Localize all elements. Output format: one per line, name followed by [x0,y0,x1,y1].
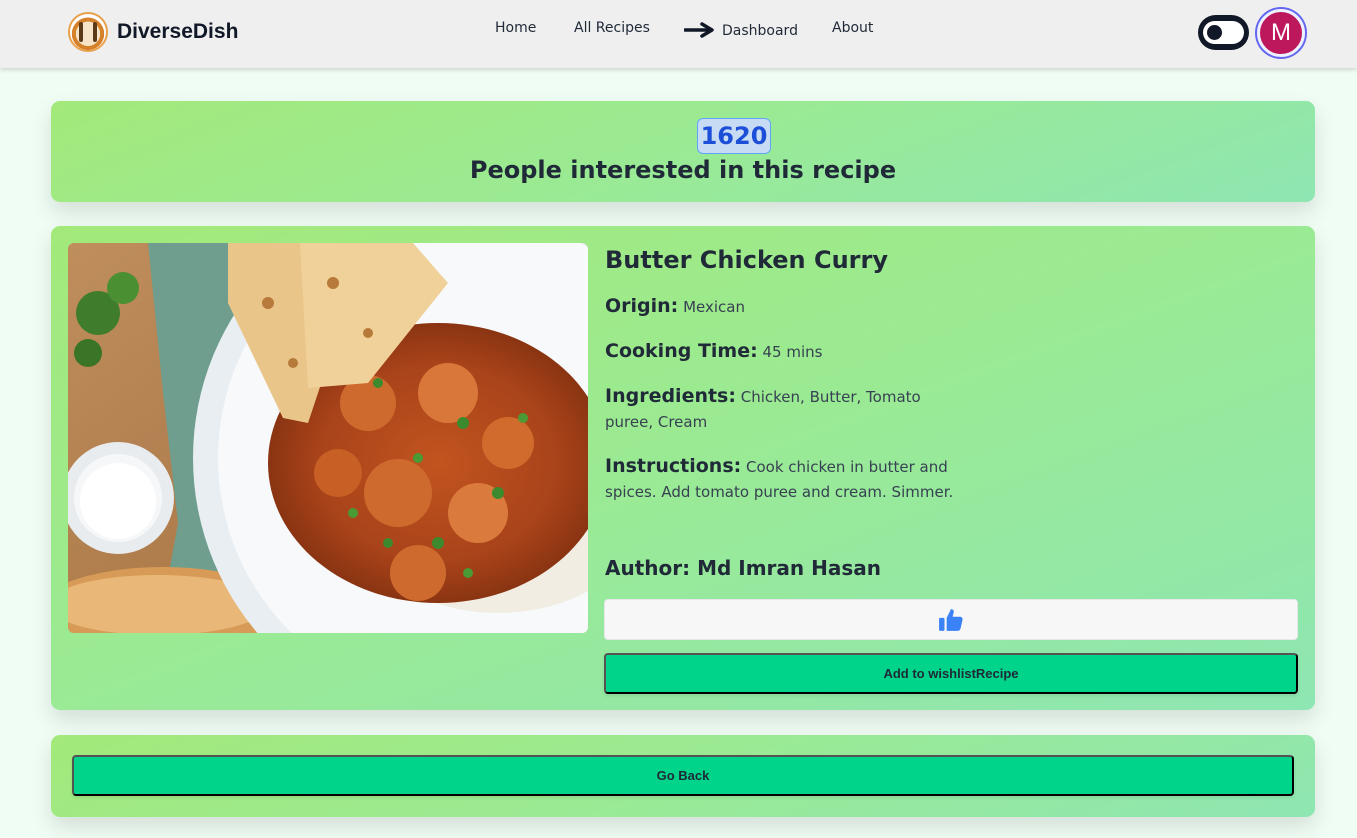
nav-dashboard[interactable]: Dashboard [684,22,798,39]
interest-count-badge: 1620 [697,118,771,154]
ingredients-field: Ingredients: Chicken, Butter, Tomato pur… [605,384,955,435]
recipe-title: Butter Chicken Curry [605,246,888,274]
instructions-field: Instructions: Cook chicken in butter and… [605,454,955,505]
theme-toggle[interactable] [1198,15,1249,50]
user-avatar[interactable]: M [1257,9,1305,57]
origin-label: Origin: [605,295,679,317]
navbar: DiverseDish Home All Recipes Dashboard A… [0,0,1357,68]
recipe-author: Author: Md Imran Hasan [605,556,881,580]
brand-name: DiverseDish [117,20,239,43]
cooking-time-label: Cooking Time: [605,340,758,362]
nav-home[interactable]: Home [495,20,536,36]
cooking-time-field: Cooking Time: 45 mins [605,339,955,365]
like-button[interactable] [604,599,1298,640]
brand[interactable]: DiverseDish [68,12,238,52]
go-back-button[interactable]: Go Back [72,755,1294,796]
origin-field: Origin: Mexican [605,294,955,320]
ingredients-label: Ingredients: [605,385,736,407]
add-to-wishlist-button[interactable]: Add to wishlistRecipe [604,653,1298,694]
nav-about[interactable]: About [832,20,873,36]
arrow-right-icon [684,22,714,38]
origin-value: Mexican [683,298,745,316]
thumbs-up-icon [939,608,963,631]
cooking-time-value: 45 mins [762,343,823,361]
interest-heading: People interested in this recipe [469,156,897,184]
nav-all-recipes[interactable]: All Recipes [574,20,650,36]
instructions-label: Instructions: [605,455,742,477]
logo-icon [68,12,108,52]
interest-card: 1620 People interested in this recipe [51,101,1315,202]
recipe-image [68,243,588,633]
back-card: Go Back [51,735,1315,817]
recipe-card: Butter Chicken Curry Origin: Mexican Coo… [51,226,1315,710]
toggle-knob [1207,25,1222,40]
nav-dashboard-label: Dashboard [722,23,798,39]
